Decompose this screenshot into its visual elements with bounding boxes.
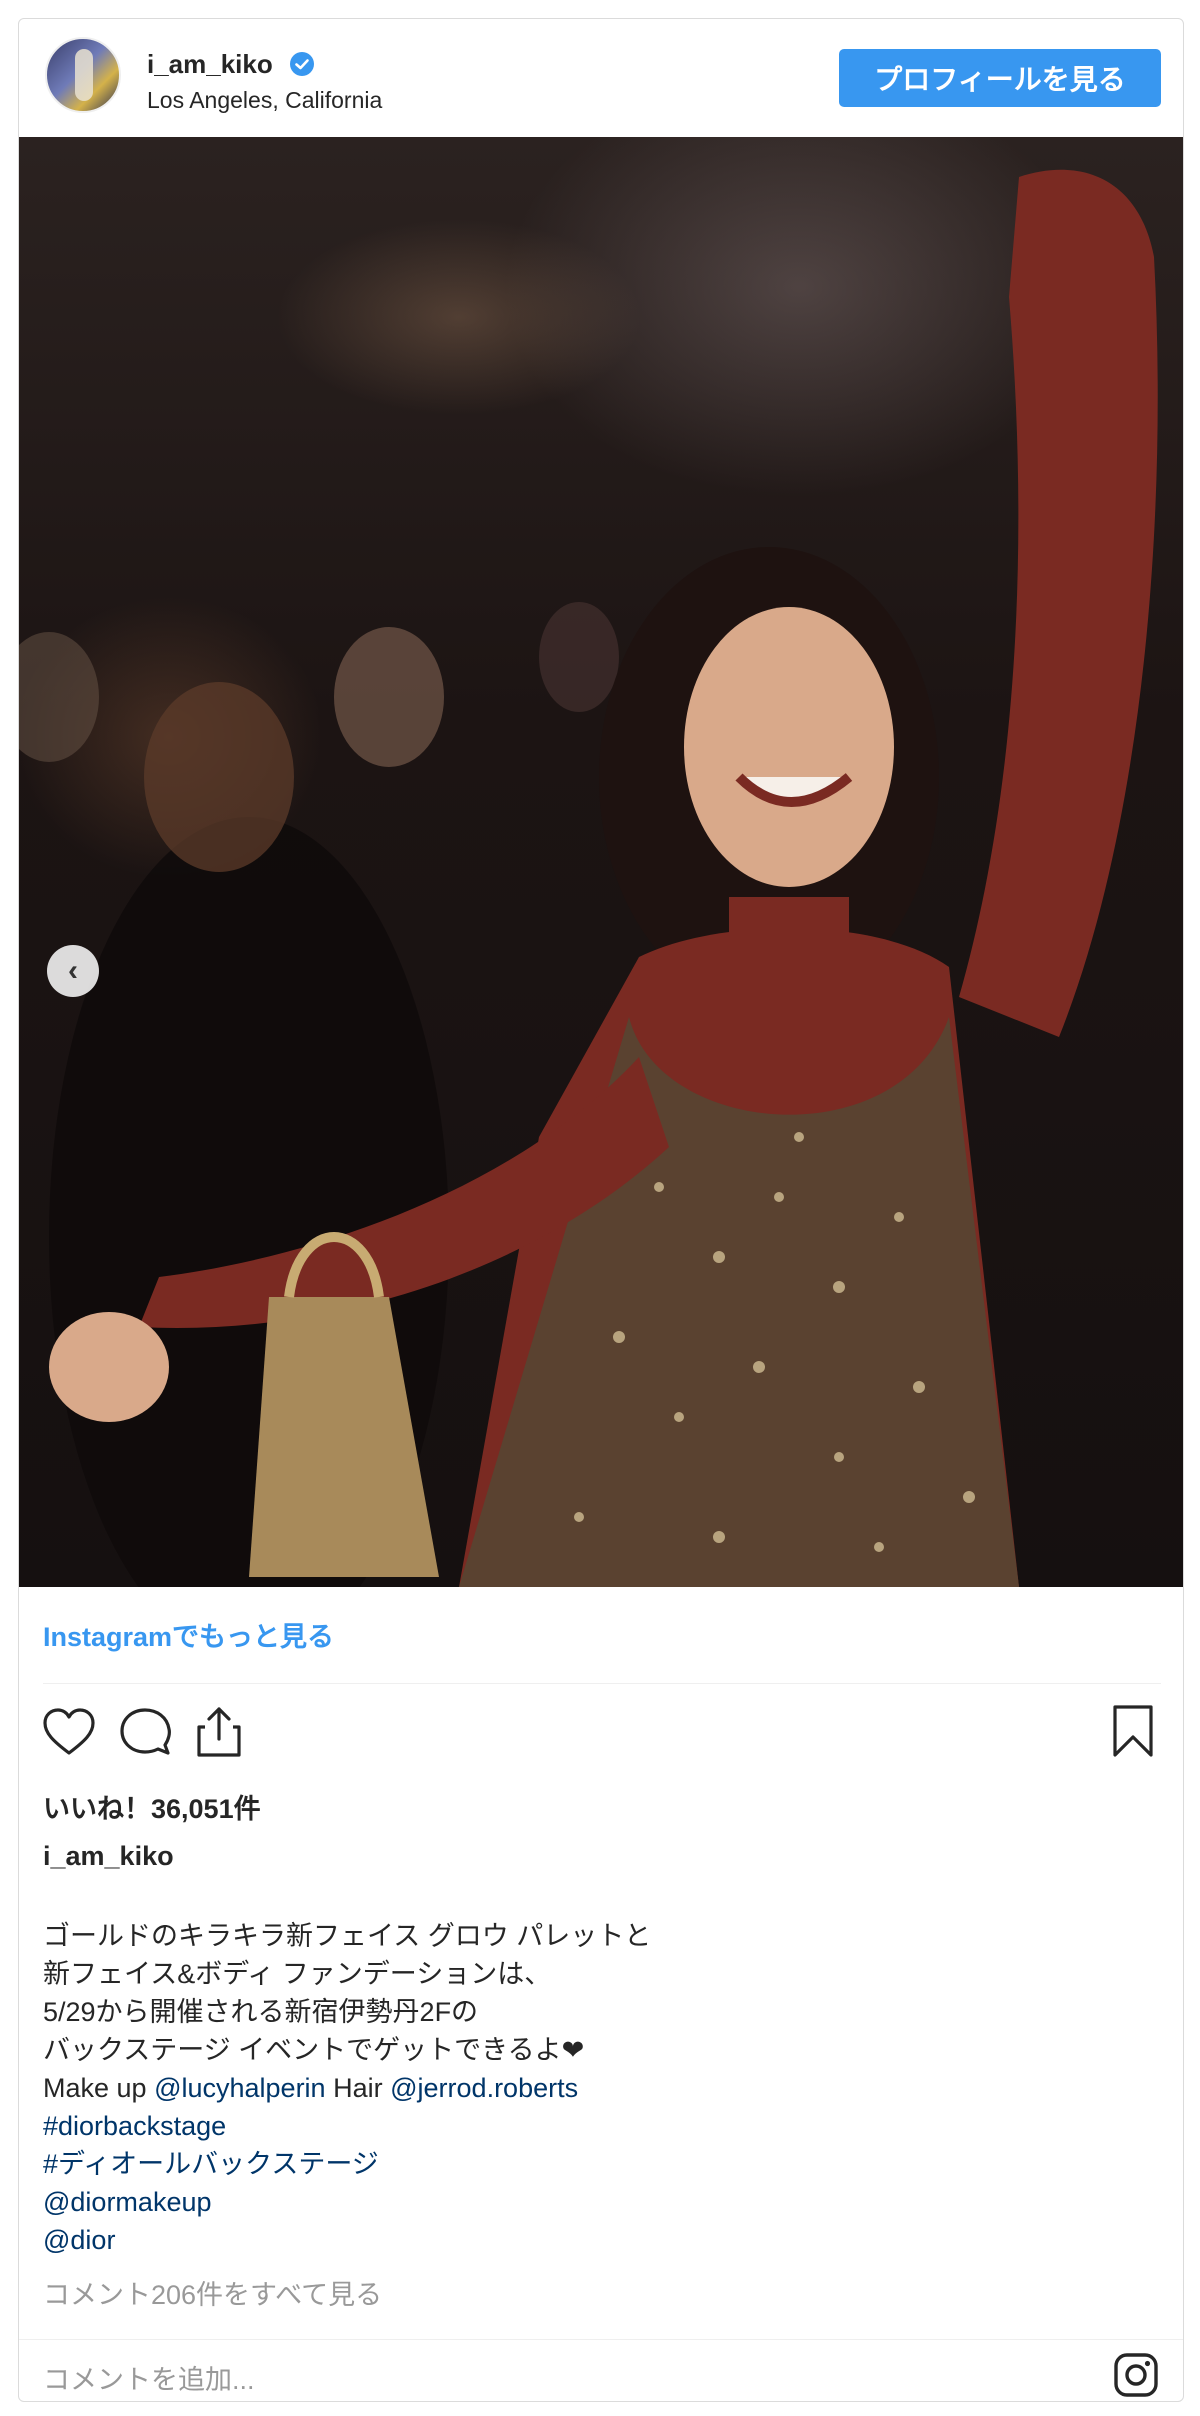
caption-line: 5/29から開催される新宿伊勢丹2Fの <box>43 1997 479 2027</box>
mention-link[interactable]: @dior <box>43 2221 1143 2259</box>
caption: ゴールドのキラキラ新フェイス グロウ パレットと 新フェイス&ボディ ファンデー… <box>43 1917 1143 2259</box>
view-profile-button[interactable]: プロフィールを見る <box>839 49 1161 107</box>
credits-line: Make up @lucyhalperin Hair @jerrod.rober… <box>43 2069 1143 2107</box>
caption-line: 新フェイス&ボディ ファンデーションは、 <box>43 1959 552 1989</box>
instagram-embed-card: i_am_kiko Los Angeles, California プロフィール… <box>18 18 1184 2402</box>
username[interactable]: i_am_kiko <box>147 49 273 80</box>
divider <box>43 1683 1161 1684</box>
hair-handle-link[interactable]: @jerrod.roberts <box>390 2073 578 2103</box>
view-more-on-instagram-link[interactable]: Instagramでもっと見る <box>43 1615 334 1654</box>
post-photo[interactable]: ‹ <box>19 137 1183 1587</box>
caption-username[interactable]: i_am_kiko <box>43 1841 174 1872</box>
comment-bar: コメントを追加... <box>19 2339 1183 2401</box>
share-icon[interactable] <box>191 1703 247 1759</box>
caption-line: ゴールドのキラキラ新フェイス グロウ パレットと <box>43 1921 652 1951</box>
avatar[interactable] <box>45 37 121 113</box>
comment-icon[interactable] <box>117 1705 173 1761</box>
likes-count[interactable]: いいね！36,051件 <box>43 1787 261 1826</box>
hashtag-link[interactable]: #ディオールバックステージ <box>43 2145 1143 2183</box>
photo-illustration <box>19 169 1158 1587</box>
caption-line: バックステージ イベントでゲットできるよ❤ <box>43 2035 585 2065</box>
makeup-label: Make up <box>43 2073 147 2103</box>
location[interactable]: Los Angeles, California <box>147 87 382 114</box>
view-all-comments-link[interactable]: コメント206件をすべて見る <box>43 2273 382 2312</box>
comment-input[interactable]: コメントを追加... <box>43 2358 255 2397</box>
bookmark-icon[interactable] <box>1105 1703 1161 1759</box>
action-bar <box>19 1699 1183 1769</box>
instagram-logo-icon[interactable] <box>1113 2352 1159 2398</box>
chevron-left-icon: ‹ <box>68 954 78 987</box>
makeup-handle-link[interactable]: @lucyhalperin <box>154 2073 326 2103</box>
post-header: i_am_kiko Los Angeles, California プロフィール… <box>19 19 1183 137</box>
hair-label: Hair <box>333 2073 383 2103</box>
verified-badge-icon <box>290 52 314 76</box>
mention-link[interactable]: @diormakeup <box>43 2183 1143 2221</box>
carousel-prev-button[interactable]: ‹ <box>47 945 99 997</box>
heart-icon[interactable] <box>41 1705 97 1761</box>
hashtag-link[interactable]: #diorbackstage <box>43 2107 1143 2145</box>
